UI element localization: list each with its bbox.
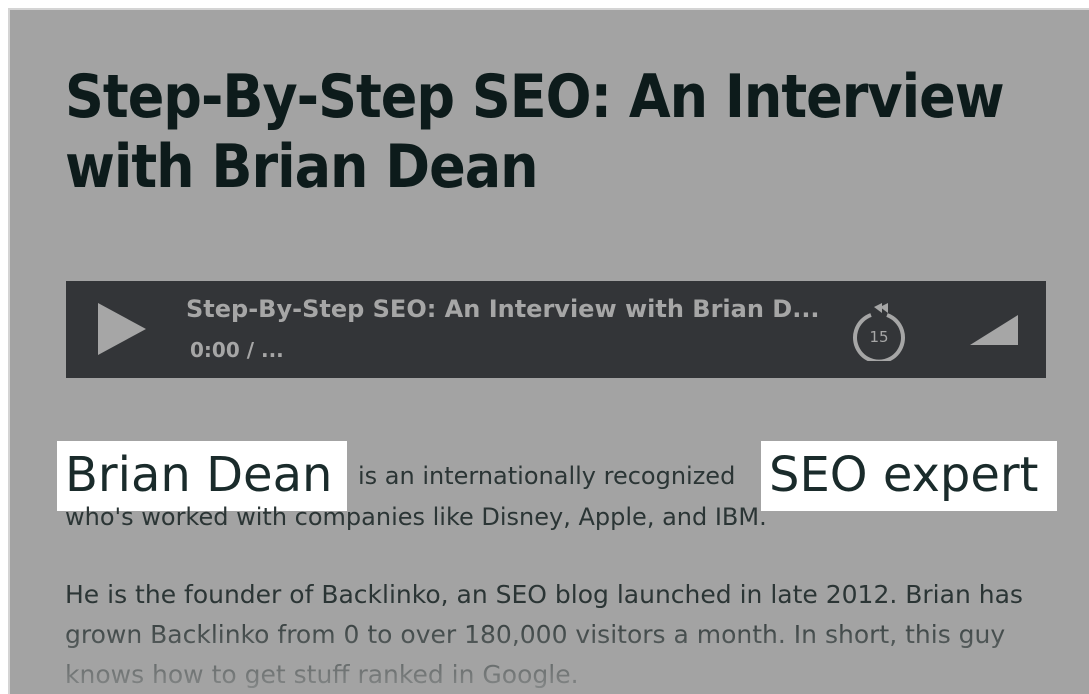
highlight-expertise: SEO expert xyxy=(761,441,1057,511)
fade-overlay xyxy=(10,610,1089,694)
volume-icon xyxy=(970,315,1018,345)
play-button[interactable] xyxy=(94,301,150,357)
volume-control[interactable] xyxy=(966,311,1022,347)
play-icon xyxy=(98,303,146,355)
intro-middle-text: is an internationally recognized xyxy=(358,462,736,490)
page-title: Step-By-Step SEO: An Interview with Bria… xyxy=(65,62,1005,202)
rewind-seconds-label: 15 xyxy=(869,328,888,346)
playback-time: 0:00 / ... xyxy=(190,338,284,362)
episode-title: Step-By-Step SEO: An Interview with Bria… xyxy=(186,295,820,323)
rewind-15-icon: 15 xyxy=(853,303,905,364)
intro-second-line: who's worked with companies like Disney,… xyxy=(65,503,767,531)
audio-player: Step-By-Step SEO: An Interview with Bria… xyxy=(66,281,1046,378)
article-frame: Step-By-Step SEO: An Interview with Bria… xyxy=(8,8,1089,694)
rewind-15-button[interactable]: 15 xyxy=(849,301,909,364)
